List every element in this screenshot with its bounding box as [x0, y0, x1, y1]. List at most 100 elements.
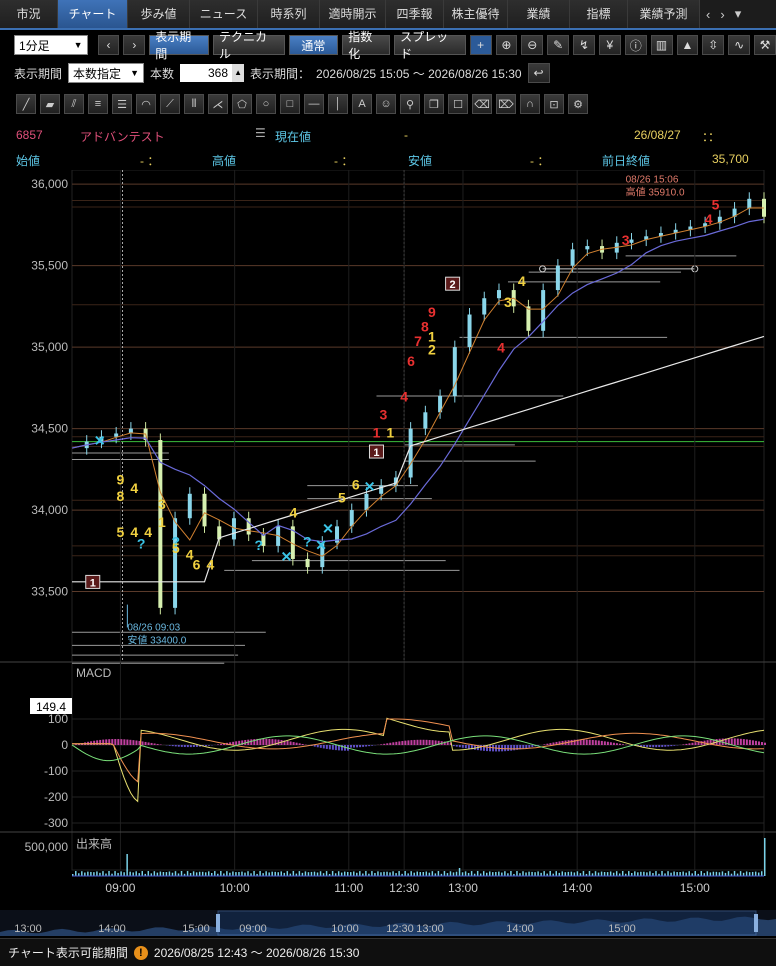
- magnet-tool-icon[interactable]: ∩: [520, 94, 540, 114]
- tab-2[interactable]: 歩み値: [128, 0, 190, 28]
- spread-button[interactable]: スプレッド: [394, 30, 466, 61]
- volume-bar: [588, 871, 591, 876]
- tab-5[interactable]: 適時開示: [320, 0, 386, 28]
- macd-histogram-bar: [353, 745, 356, 748]
- tab-3[interactable]: ニュース: [190, 0, 258, 28]
- crosshair-icon[interactable]: +: [469, 35, 492, 55]
- volume-bar: [419, 872, 422, 876]
- channel-tool-icon[interactable]: ⫽: [64, 94, 84, 114]
- macd-histogram-bar: [123, 739, 126, 745]
- normal-button[interactable]: 通常: [288, 35, 339, 55]
- circle-tool-icon[interactable]: ○: [256, 94, 276, 114]
- index-button[interactable]: 指数化: [342, 30, 391, 61]
- erase-all-tool-icon[interactable]: ⌦: [496, 94, 516, 114]
- wave-icon[interactable]: ∿: [728, 35, 751, 55]
- wrench-icon[interactable]: ⚒: [754, 35, 776, 55]
- volume-bar: [482, 871, 485, 876]
- display-period-button[interactable]: 表示期間: [149, 30, 209, 61]
- signal-marker: 4: [207, 556, 215, 572]
- eraser-tool-icon[interactable]: ⌫: [472, 94, 492, 114]
- volume-bar: [760, 871, 763, 876]
- macd-histogram-bar: [159, 744, 162, 745]
- emoji-tool-icon[interactable]: ☺: [376, 94, 396, 114]
- rectangle-tool-icon[interactable]: □: [280, 94, 300, 114]
- macd-histogram-bar: [594, 740, 597, 745]
- volume-bar: [522, 871, 524, 876]
- tab-8[interactable]: 業績: [508, 0, 570, 28]
- macd-histogram-bar: [356, 745, 359, 748]
- settings-tool-icon[interactable]: ⚙: [568, 94, 588, 114]
- tab-menu-icon[interactable]: ▾: [735, 6, 742, 22]
- chart-navigator[interactable]: 13:00 14:00 15:00 09:00 10:00 12:30 13:00 14:00…: [0, 910, 776, 936]
- tab-0[interactable]: 市況: [0, 0, 58, 28]
- trendline-tool-icon[interactable]: ╱: [16, 94, 36, 114]
- macd-histogram-bar: [180, 745, 183, 747]
- yen-icon[interactable]: ¥: [598, 35, 621, 55]
- select-tool-icon[interactable]: ☐: [448, 94, 468, 114]
- arc-tool-icon[interactable]: ◠: [136, 94, 156, 114]
- technical-button[interactable]: テクニカル: [212, 30, 285, 61]
- mountain-icon[interactable]: ▲: [676, 35, 699, 55]
- reset-icon[interactable]: ↩: [527, 63, 550, 83]
- macd-histogram-bar: [404, 740, 407, 745]
- fan-tool-icon[interactable]: ⟋: [160, 94, 180, 114]
- pen-icon[interactable]: ✎: [547, 35, 570, 55]
- macd-histogram-bar: [183, 745, 186, 748]
- macd-histogram-bar: [455, 745, 458, 747]
- fibonacci-tool-icon[interactable]: ☰: [112, 94, 132, 114]
- signal-marker: 1: [158, 514, 166, 530]
- zoom-in-icon[interactable]: ⊕: [495, 35, 518, 55]
- count-stepper-icon[interactable]: ▲: [232, 64, 245, 82]
- volume-bar: [470, 871, 473, 876]
- candle-body: [629, 239, 634, 243]
- interval-select[interactable]: 1分足 ▼: [14, 35, 88, 55]
- my-candle-icon[interactable]: ▥: [650, 35, 673, 55]
- price-chart[interactable]: 36,000 35,500 35,000 34,500 34,000 33,500 08/2…: [0, 170, 776, 910]
- cycle-tool-icon[interactable]: ⦀: [184, 94, 204, 114]
- hline-tool-icon[interactable]: —: [304, 94, 324, 114]
- macd-histogram-bar: [371, 745, 374, 746]
- volume-bar: [715, 871, 718, 876]
- navigator-label: 10:00: [331, 923, 359, 935]
- volume-bar: [141, 871, 144, 876]
- auto-icon[interactable]: ⇳: [702, 35, 725, 55]
- copy-tool-icon[interactable]: ❐: [424, 94, 444, 114]
- tab-9[interactable]: 指標: [570, 0, 628, 28]
- info-icon[interactable]: ⓘ: [624, 35, 647, 55]
- pentagon-tool-icon[interactable]: ⬠: [232, 94, 252, 114]
- zoom-out-icon[interactable]: ⊖: [521, 35, 544, 55]
- candle-body: [747, 198, 752, 209]
- count-input[interactable]: 368: [180, 64, 233, 82]
- stamp-tool-icon[interactable]: ⚲: [400, 94, 420, 114]
- prev-arrow-icon[interactable]: ‹: [97, 35, 120, 55]
- volume-bar: [637, 872, 639, 876]
- tab-next-icon[interactable]: ›: [720, 7, 724, 22]
- text-tool-icon[interactable]: A: [352, 94, 372, 114]
- navigator-handle-right: [754, 914, 758, 932]
- tab-4[interactable]: 時系列: [258, 0, 320, 28]
- parallel-tool-icon[interactable]: ≡: [88, 94, 108, 114]
- macd-histogram-bar: [328, 745, 331, 750]
- gann-tool-icon[interactable]: ⋌: [208, 94, 228, 114]
- tab-10[interactable]: 業績予測: [628, 0, 700, 28]
- period-mode-select[interactable]: 本数指定 ▼: [68, 63, 145, 83]
- price-tick-label: 35,000: [31, 340, 68, 354]
- lock-tool-icon[interactable]: ⊡: [544, 94, 564, 114]
- signal-marker: 8: [117, 488, 125, 504]
- signal-box-label: 1: [90, 577, 96, 589]
- macd-histogram-bar: [331, 745, 334, 750]
- signal-icon[interactable]: ↯: [573, 35, 595, 55]
- volume-bar: [126, 854, 128, 876]
- tab-7[interactable]: 株主優待: [444, 0, 508, 28]
- volume-bar: [377, 871, 379, 876]
- next-arrow-icon[interactable]: ›: [123, 35, 146, 55]
- vline-tool-icon[interactable]: │: [328, 94, 348, 114]
- tab-1[interactable]: チャート: [58, 0, 128, 28]
- navigator-window: [217, 910, 757, 936]
- macd-tick-label: -200: [44, 790, 68, 804]
- tab-6[interactable]: 四季報: [386, 0, 444, 28]
- tab-prev-icon[interactable]: ‹: [706, 7, 710, 22]
- signal-marker: ?: [255, 537, 264, 553]
- list-icon[interactable]: ☰: [255, 126, 266, 140]
- ruler-tool-icon[interactable]: ▰: [40, 94, 60, 114]
